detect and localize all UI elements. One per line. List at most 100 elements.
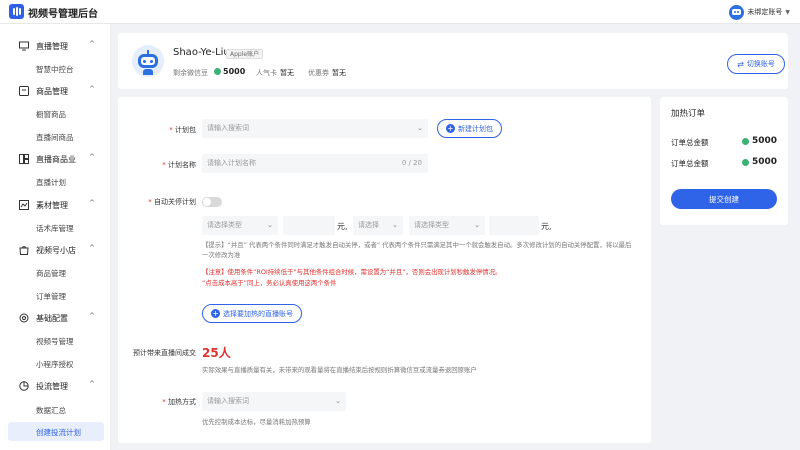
sidebar-section-ads[interactable]: 投流管理 ^ <box>0 376 111 396</box>
account-type-badge: Apple账户 <box>226 49 264 59</box>
order-total-label: 订单总金额 <box>671 159 709 168</box>
condition-type-select-2[interactable]: 请选择类型 ⌄ <box>409 216 485 235</box>
sidebar-item-channels[interactable]: 视频号管理 <box>36 336 74 347</box>
chevron-up-icon: ^ <box>89 153 95 161</box>
plan-package-label: * 计划包 <box>169 126 196 134</box>
chevron-down-icon: ⌄ <box>417 124 423 132</box>
heat-method-label: * 加热方式 <box>162 398 196 406</box>
sidebar-item-orders[interactable]: 订单管理 <box>36 291 66 302</box>
account-label: 未绑定账号 <box>747 8 783 16</box>
sidebar-section-assets[interactable]: 素材管理 ^ <box>0 195 111 215</box>
sidebar-item-create-plan[interactable]: 创建投流计划 <box>36 427 81 438</box>
condition-logic-select[interactable]: 请选择 ⌄ <box>353 216 403 235</box>
plan-form: * 计划包 请输入搜索词 ⌄ + 新建计划包 * 计划名称 请输入计划名称 0 … <box>118 97 651 443</box>
sidebar-item-scripts[interactable]: 话术库管理 <box>36 223 74 234</box>
sidebar-item-data-summary[interactable]: 数据汇总 <box>36 405 66 416</box>
plan-name-label: * 计划名称 <box>162 161 196 169</box>
coupon-value: 暂无 <box>332 69 346 77</box>
select-live-account-button[interactable]: + 选择要加热的直播账号 <box>202 304 302 323</box>
auto-close-label: * 自动关停计划 <box>148 198 196 206</box>
switch-account-button[interactable]: ⇄ 切换账号 <box>727 54 785 74</box>
submit-create-button[interactable]: 提交创建 <box>671 189 777 209</box>
order-title: 加热订单 <box>671 109 706 119</box>
swap-icon: ⇄ <box>737 59 744 69</box>
chart-icon <box>19 381 29 391</box>
condition-value-input[interactable] <box>283 216 335 235</box>
sidebar-section-label: 投流管理 <box>36 382 68 391</box>
estimate-label: 预计带来直播间成交 <box>133 349 196 357</box>
plan-name-input[interactable]: 请输入计划名称 0 / 20 <box>202 154 428 173</box>
coin-icon <box>741 137 749 145</box>
sidebar-section-config[interactable]: 基础配置 ^ <box>0 308 111 328</box>
monitor-icon <box>19 41 29 51</box>
account-switcher[interactable]: 未绑定账号 ▼ <box>729 4 790 20</box>
warning-line-2: “点击成本高于”同上，务必认真使用这两个条件 <box>202 279 337 287</box>
top-bar: 视频号管理后台 未绑定账号 ▼ <box>0 0 800 24</box>
chevron-down-icon: ▼ <box>785 8 790 16</box>
chevron-down-icon: ⌄ <box>335 397 341 405</box>
box-icon <box>19 86 29 96</box>
coupon-label: 优惠券 <box>308 69 329 77</box>
gear-icon <box>19 313 29 323</box>
sidebar-section-label: 商品管理 <box>36 87 68 96</box>
sidebar-item-live-plan[interactable]: 直播计划 <box>36 177 66 188</box>
sidebar-section-live[interactable]: 直播管理 ^ <box>0 36 111 56</box>
popularity-value: 暂无 <box>280 69 294 77</box>
app-logo-icon <box>9 4 24 19</box>
coin-icon <box>741 158 749 166</box>
sidebar-section-label: 素材管理 <box>36 201 68 210</box>
order-total-value: 5000 <box>741 136 777 146</box>
sidebar: 直播管理 ^ 智慧中控台 商品管理 ^ 橱窗商品 直播间商品 直播商品业 ^ 直… <box>0 24 111 450</box>
auto-close-toggle[interactable] <box>202 197 222 207</box>
sidebar-section-label: 直播管理 <box>36 42 68 51</box>
order-total-label: 订单总金额 <box>671 138 709 147</box>
sidebar-item-console[interactable]: 智慧中控台 <box>36 64 74 75</box>
order-total-value: 5000 <box>741 157 777 167</box>
popularity-label: 人气卡 <box>256 69 277 77</box>
plus-icon: + <box>446 124 455 133</box>
profile-avatar <box>132 45 164 77</box>
balance-value: 5000 <box>223 67 246 76</box>
sidebar-section-label: 基础配置 <box>36 314 68 323</box>
app-title: 视频号管理后台 <box>28 9 98 20</box>
sidebar-item-showcase[interactable]: 橱窗商品 <box>36 109 66 120</box>
unit-label: 元, <box>541 222 552 231</box>
heat-method-select[interactable]: 请输入搜索词 ⌄ <box>202 392 346 411</box>
chevron-up-icon: ^ <box>89 380 95 388</box>
avatar <box>729 4 745 20</box>
switch-account-label: 切换账号 <box>746 60 775 68</box>
new-plan-package-button[interactable]: + 新建计划包 <box>437 119 502 138</box>
condition-value-input-2[interactable] <box>489 216 539 235</box>
sidebar-item-miniprogram[interactable]: 小程序授权 <box>36 359 74 370</box>
chevron-down-icon: ⌄ <box>392 221 398 229</box>
tip-note: 【提示】“并且” 代表两个条件同时满足才触发自动关停，或者” 代表两个条件只需满… <box>202 241 632 259</box>
order-card: 加热订单 订单总金额 5000 订单总金额 5000 提交创建 <box>660 97 788 225</box>
grid-icon <box>19 154 29 164</box>
heat-method-note: 优先控制成本达标，尽量消耗加热预算 <box>202 418 311 426</box>
sidebar-item-shop-products[interactable]: 商品管理 <box>36 268 66 279</box>
sidebar-section-label: 视频号小店 <box>36 246 76 255</box>
profile-card: Shao-Ye-Liu Apple账户 剩余微信豆 5000 人气卡 暂无 优惠… <box>118 33 788 89</box>
sidebar-item-live-products[interactable]: 直播间商品 <box>36 132 74 143</box>
chevron-down-icon: ⌄ <box>267 221 273 229</box>
chevron-up-icon: ^ <box>89 312 95 320</box>
chevron-up-icon: ^ <box>89 199 95 207</box>
shop-icon <box>19 246 29 255</box>
char-counter: 0 / 20 <box>401 159 422 167</box>
chevron-up-icon: ^ <box>89 85 95 93</box>
condition-type-select[interactable]: 请选择类型 ⌄ <box>202 216 278 235</box>
balance-label: 剩余微信豆 <box>173 69 208 77</box>
sidebar-section-shop[interactable]: 视频号小店 ^ <box>0 240 111 260</box>
profile-name: Shao-Ye-Liu <box>173 47 230 58</box>
unit-label: 元, <box>337 222 348 231</box>
chevron-up-icon: ^ <box>89 244 95 252</box>
chevron-up-icon: ^ <box>89 40 95 48</box>
coin-icon <box>214 68 221 75</box>
warning-line-1: 【注意】使用条件“ROI持续低于”与其他条件组合时候，需设置为“并且”，否则会出… <box>202 268 502 276</box>
chevron-down-icon: ⌄ <box>474 221 480 229</box>
sidebar-section-products[interactable]: 商品管理 ^ <box>0 81 111 101</box>
image-icon <box>19 200 29 210</box>
sidebar-section-live-biz[interactable]: 直播商品业 ^ <box>0 149 111 169</box>
estimate-value: 25人 <box>202 346 231 360</box>
plan-package-select[interactable]: 请输入搜索词 ⌄ <box>202 119 428 138</box>
